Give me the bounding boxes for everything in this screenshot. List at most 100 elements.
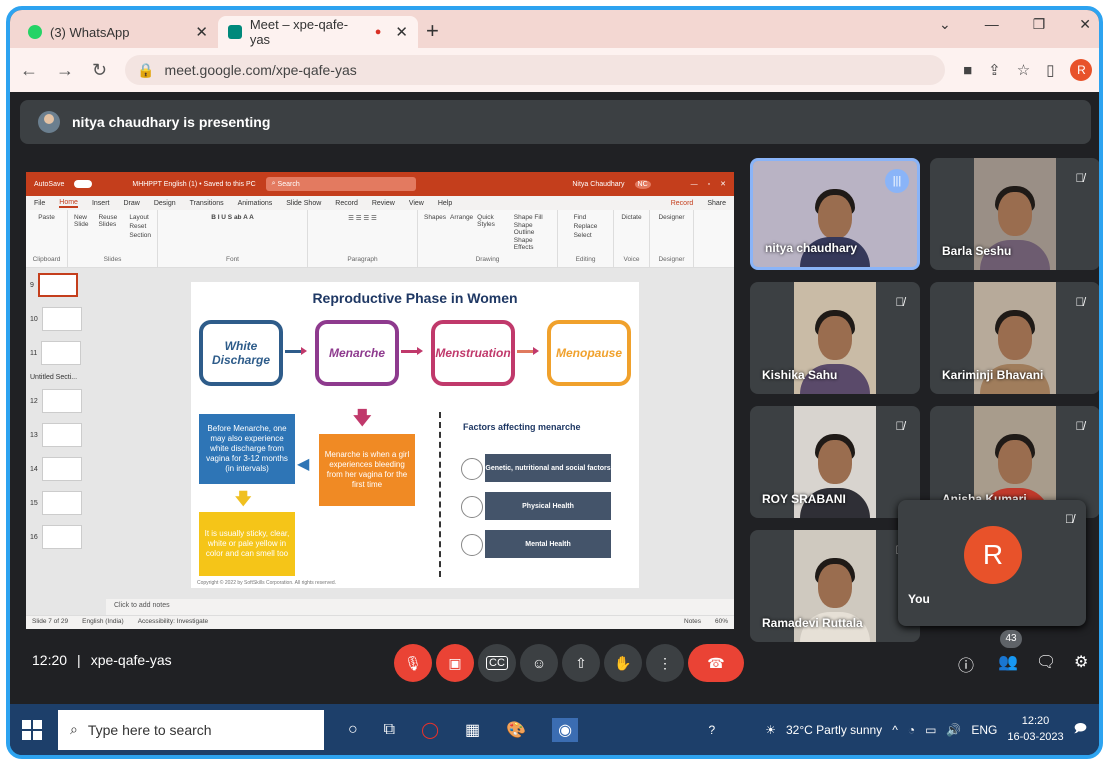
camera-icon[interactable]: ■ — [963, 62, 972, 79]
quick-styles-button[interactable]: Quick Styles — [477, 214, 510, 251]
new-slide-button[interactable]: New Slide — [74, 214, 94, 239]
close-icon[interactable]: ✕ — [395, 23, 408, 41]
task-view-icon[interactable]: ⧉ — [384, 721, 395, 739]
opera-icon[interactable]: ◯ — [421, 720, 439, 740]
find-button[interactable]: Find — [574, 214, 598, 221]
windows-start-icon[interactable] — [22, 719, 42, 740]
menu-insert[interactable]: Insert — [92, 200, 110, 207]
minimize-icon[interactable]: — — [691, 181, 698, 188]
present-button[interactable]: ⇧ — [562, 644, 600, 682]
activities-icon[interactable]: ⚙ — [1074, 652, 1088, 672]
section-button[interactable]: Section — [129, 232, 151, 239]
participant-tile[interactable]: 🎙̸ Barla Seshu — [930, 158, 1099, 270]
more-options-button[interactable]: ⋮ — [646, 644, 684, 682]
slide-thumb[interactable]: 13 — [26, 418, 106, 452]
share-icon[interactable]: ⇪ — [988, 61, 1001, 79]
menu-animations[interactable]: Animations — [238, 200, 273, 207]
close-icon[interactable]: ✕ — [195, 23, 208, 41]
menu-draw[interactable]: Draw — [123, 200, 139, 207]
replace-button[interactable]: Replace — [574, 223, 598, 230]
battery-icon[interactable]: ▭ — [925, 723, 936, 737]
ppt-search-box[interactable]: ⌕ Search — [265, 177, 416, 191]
reuse-slides-button[interactable]: Reuse Slides — [98, 214, 125, 239]
raise-hand-button[interactable]: ✋ — [604, 644, 642, 682]
close-window-icon[interactable]: ✕ — [1079, 16, 1091, 33]
notes-pane[interactable]: Click to add notes — [106, 599, 734, 615]
arrange-button[interactable]: Arrange — [450, 214, 473, 251]
reactions-button[interactable]: ☺ — [520, 644, 558, 682]
paste-button[interactable]: Paste — [38, 214, 55, 221]
new-tab-button[interactable]: + — [426, 18, 439, 44]
select-button[interactable]: Select — [574, 232, 598, 239]
menu-file[interactable]: File — [34, 200, 45, 207]
weather-text[interactable]: 32°C Partly sunny — [786, 723, 882, 737]
font-controls[interactable]: B I U S ab A A — [211, 214, 254, 221]
sidepanel-icon[interactable]: ▯ — [1046, 61, 1054, 79]
wifi-icon[interactable]: ◔ — [908, 723, 915, 737]
reset-button[interactable]: Reset — [129, 223, 151, 230]
help-icon[interactable]: ? — [709, 723, 716, 737]
slide-thumb[interactable]: 9 — [26, 268, 106, 302]
shape-outline-button[interactable]: Shape Outline — [514, 222, 551, 236]
menu-transitions[interactable]: Transitions — [190, 200, 224, 207]
toggle-icon[interactable] — [74, 180, 93, 188]
slide-thumb[interactable]: 16 — [26, 520, 106, 554]
menu-record[interactable]: Record — [335, 200, 358, 207]
autosave-label[interactable]: AutoSave — [34, 181, 64, 188]
menu-slideshow[interactable]: Slide Show — [286, 200, 321, 207]
paint-icon[interactable]: 🎨 — [506, 720, 526, 740]
leave-call-button[interactable]: ☎ — [688, 644, 744, 682]
minimize-icon[interactable]: — — [985, 16, 999, 33]
chrome-icon[interactable]: ◉ — [552, 717, 579, 742]
menu-design[interactable]: Design — [154, 200, 176, 207]
maximize-icon[interactable]: ❐ — [1033, 16, 1046, 33]
paragraph-controls[interactable]: ☰ ☰ ☰ ☰ — [348, 214, 377, 222]
captions-button[interactable]: CC — [478, 644, 516, 682]
taskbar-search[interactable]: ⌕ Type here to search — [58, 709, 324, 750]
cortana-icon[interactable]: ○ — [348, 721, 358, 739]
menu-view[interactable]: View — [409, 200, 424, 207]
profile-avatar[interactable]: R — [1070, 59, 1093, 81]
shape-fill-button[interactable]: Shape Fill — [514, 214, 551, 221]
forward-icon[interactable]: → — [56, 60, 74, 81]
language-indicator[interactable]: ENG — [971, 723, 997, 737]
chevron-up-icon[interactable]: ^ — [892, 723, 898, 737]
slide-thumb[interactable]: 15 — [26, 486, 106, 520]
shapes-button[interactable]: Shapes — [424, 214, 446, 251]
menu-help[interactable]: Help — [438, 200, 452, 207]
menu-home[interactable]: Home — [59, 199, 78, 208]
slide-thumb[interactable]: 12 — [26, 384, 106, 418]
tab-meet[interactable]: Meet – xpe-qafe-yas ● ✕ — [218, 16, 418, 48]
mic-toggle-button[interactable]: 🎙 — [394, 644, 432, 682]
camera-toggle-button[interactable]: ▣ — [436, 644, 474, 682]
calculator-icon[interactable]: ▦ — [465, 720, 480, 740]
chevron-down-icon[interactable]: ⌄ — [939, 16, 951, 33]
ppt-user-avatar[interactable]: NC — [634, 179, 651, 189]
slide[interactable]: Reproductive Phase in Women White Discha… — [191, 282, 639, 588]
maximize-icon[interactable]: ▫ — [708, 181, 710, 188]
slide-thumb[interactable]: 10 — [26, 302, 106, 336]
shape-effects-button[interactable]: Shape Effects — [514, 237, 551, 251]
slide-thumb[interactable]: 11 — [26, 336, 106, 370]
reload-icon[interactable]: ↻ — [92, 60, 107, 81]
self-view-tile[interactable]: 🎙̸ R You — [898, 500, 1086, 626]
participant-tile[interactable]: 🎙̸ ROY SRABANI — [750, 406, 920, 518]
participant-tile[interactable]: 🎙̸ Kariminji Bhavani — [930, 282, 1099, 394]
close-icon[interactable]: ✕ — [720, 180, 726, 188]
participant-tile[interactable]: 🎙̸ Kishika Sahu — [750, 282, 920, 394]
menu-review[interactable]: Review — [372, 200, 395, 207]
tab-whatsapp[interactable]: (3) WhatsApp ✕ — [18, 16, 218, 48]
volume-icon[interactable]: 🔊 — [946, 723, 961, 737]
section-label[interactable]: Untitled Secti... — [26, 370, 106, 384]
clock[interactable]: 12:20 16-03-2023 — [1007, 714, 1063, 745]
omnibox[interactable]: 🔒 meet.google.com/xpe-qafe-yas — [125, 55, 946, 85]
layout-button[interactable]: Layout — [129, 214, 151, 221]
star-icon[interactable]: ☆ — [1017, 61, 1030, 79]
notification-icon[interactable]: 🗩 — [1074, 719, 1087, 740]
participant-tile[interactable]: ||| nitya chaudhary — [750, 158, 920, 270]
dictate-button[interactable]: Dictate — [621, 214, 641, 221]
chat-icon[interactable]: 🗨 — [1036, 652, 1056, 672]
info-icon[interactable]: ⓘ — [958, 652, 974, 676]
slide-thumb[interactable]: 14 — [26, 452, 106, 486]
record-button[interactable]: Record — [671, 200, 694, 207]
